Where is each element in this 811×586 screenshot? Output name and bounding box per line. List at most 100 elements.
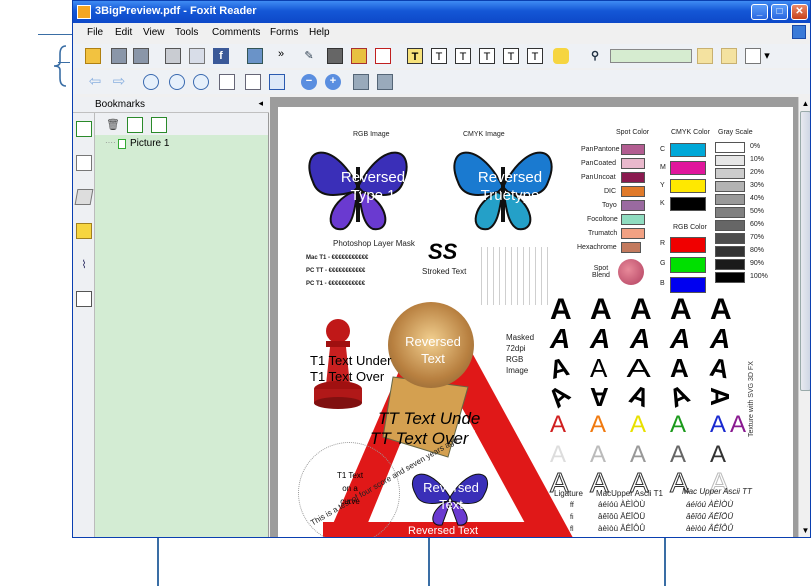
print-icon[interactable] — [165, 48, 181, 64]
gray-pct-1: 10% — [750, 156, 765, 163]
spot-name-4: Toyo — [602, 202, 617, 209]
menu-edit[interactable]: Edit — [115, 27, 132, 38]
zoom-in-tool-icon[interactable] — [143, 74, 159, 90]
menu-tools[interactable]: Tools — [175, 27, 198, 38]
bookmarks-title: Bookmarks — [95, 99, 146, 110]
cmyk-swatch-m — [670, 161, 706, 175]
marquee-zoom-icon[interactable] — [169, 74, 185, 90]
euro-line-pc-t1: PC T1 - €€€€€€€€€€€ — [306, 281, 366, 287]
app-window: 3BigPreview.pdf - Foxit Reader _ □ ✕ Fil… — [72, 0, 811, 538]
replace-text-icon[interactable]: T — [503, 48, 519, 64]
new-bookmark-icon[interactable] — [127, 117, 143, 133]
vertical-scrollbar[interactable]: ▲ ▼ — [798, 97, 810, 537]
menu-comments[interactable]: Comments — [212, 27, 260, 38]
tt-text-under: TT Text Unde — [378, 409, 481, 428]
search-options-icon[interactable] — [745, 48, 761, 64]
document-view: RGB Image CMYK Image Reversed Type 1 Rev… — [270, 97, 810, 537]
letter-a-gray: A — [630, 441, 647, 468]
minimize-button[interactable]: _ — [751, 4, 768, 20]
dropdown-arrow-icon[interactable]: ▾ — [763, 48, 771, 64]
toolbar-more-icon[interactable]: » — [277, 46, 285, 62]
gray-pct-2: 20% — [750, 169, 765, 176]
maximize-button[interactable]: □ — [771, 4, 788, 20]
scroll-up-icon[interactable]: ▲ — [800, 98, 810, 109]
menu-view[interactable]: View — [143, 27, 165, 38]
gray-swatch-7 — [715, 233, 745, 244]
insert-text-icon[interactable]: T — [527, 48, 543, 64]
letter-a-orange: A — [590, 411, 607, 438]
text-tool-icon[interactable]: T — [407, 48, 423, 64]
comment-icon[interactable] — [553, 48, 569, 64]
gray-pct-5: 50% — [750, 208, 765, 215]
facebook-icon[interactable]: f — [213, 48, 229, 64]
open-icon[interactable] — [85, 48, 101, 64]
letter-a-gray: A — [710, 441, 727, 468]
letter-a-gray: A — [550, 441, 567, 468]
fit-page-icon[interactable] — [269, 74, 285, 90]
gray-swatch-5 — [715, 207, 745, 218]
attach-icon[interactable]: ✎ — [301, 48, 317, 64]
scroll-down-icon[interactable]: ▼ — [800, 525, 810, 536]
menu-help[interactable]: Help — [309, 27, 330, 38]
fit-width-icon[interactable] — [245, 74, 261, 90]
actual-size-icon[interactable] — [219, 74, 235, 90]
reversed-text-moth: Reversed Text — [405, 334, 461, 366]
t1-text-over: T1 Text Over — [310, 369, 385, 384]
delete-bookmark-icon[interactable]: 🗑 — [105, 117, 121, 133]
close-button[interactable]: ✕ — [791, 4, 808, 20]
rotate-left-icon[interactable] — [353, 74, 369, 90]
zoom-in-icon[interactable]: + — [325, 74, 341, 90]
restore-icon[interactable] — [792, 25, 806, 39]
app-icon — [77, 5, 91, 19]
scroll-thumb[interactable] — [800, 111, 810, 391]
panel-tab-strip: ⌇ — [73, 113, 95, 537]
letter-a: A — [590, 353, 608, 383]
typewriter-icon[interactable] — [327, 48, 343, 64]
letter-a: A — [550, 293, 572, 326]
zoom-out-tool-icon[interactable] — [193, 74, 209, 90]
signatures-tab-icon[interactable] — [76, 291, 92, 307]
search-input[interactable] — [610, 49, 692, 63]
squiggly-icon[interactable]: T — [479, 48, 495, 64]
expand-bookmark-icon[interactable] — [151, 117, 167, 133]
forward-arrow-icon[interactable]: ⇨ — [111, 74, 127, 90]
bookmarks-tab-icon[interactable] — [76, 121, 92, 137]
cmyk-swatch-k — [670, 197, 706, 211]
find-icon[interactable]: ⚲ — [587, 48, 603, 64]
menu-forms[interactable]: Forms — [270, 27, 298, 38]
spot-name-5: Focoltone — [587, 216, 618, 223]
letter-a: A — [707, 351, 732, 385]
letter-a: A — [710, 323, 731, 354]
letter-a: A — [664, 378, 695, 414]
attachments-tab-icon[interactable]: ⌇ — [76, 257, 92, 273]
layers-tab-icon[interactable] — [74, 189, 94, 205]
mac-upper-t1-header: MacUpper Ascii T1 — [596, 489, 663, 498]
spot-blend-label: Spot Blend — [592, 265, 610, 279]
pages-tab-icon[interactable] — [76, 155, 92, 171]
collapse-panel-icon[interactable]: ◂ — [258, 98, 263, 109]
rotate-right-icon[interactable] — [377, 74, 393, 90]
monitor-icon[interactable] — [247, 48, 263, 64]
letter-a-red: A — [550, 411, 567, 438]
spot-swatch-6 — [621, 228, 645, 239]
ascii-t1-row-1: âêîôû ÄËÏÖÜ — [598, 512, 646, 521]
save-icon[interactable] — [111, 48, 127, 64]
comments-tab-icon[interactable] — [76, 223, 92, 239]
letter-a: A — [704, 387, 735, 406]
zoom-out-icon[interactable]: − — [301, 74, 317, 90]
menu-file[interactable]: File — [87, 27, 103, 38]
find-next-icon[interactable] — [721, 48, 737, 64]
bookmark-page-icon — [118, 139, 126, 149]
gray-swatch-9 — [715, 259, 745, 270]
stroked-text-label: Stroked Text — [422, 267, 467, 276]
callout-icon[interactable] — [375, 48, 391, 64]
back-arrow-icon[interactable]: ⇦ — [87, 74, 103, 90]
underline-icon[interactable]: T — [431, 48, 447, 64]
find-prev-icon[interactable] — [697, 48, 713, 64]
note-edit-icon[interactable] — [351, 48, 367, 64]
save-as-icon[interactable] — [133, 48, 149, 64]
letter-a: A — [670, 293, 692, 326]
cmyk-color-title: CMYK Color — [671, 129, 710, 136]
email-icon[interactable] — [189, 48, 205, 64]
strikeout-icon[interactable]: T — [455, 48, 471, 64]
